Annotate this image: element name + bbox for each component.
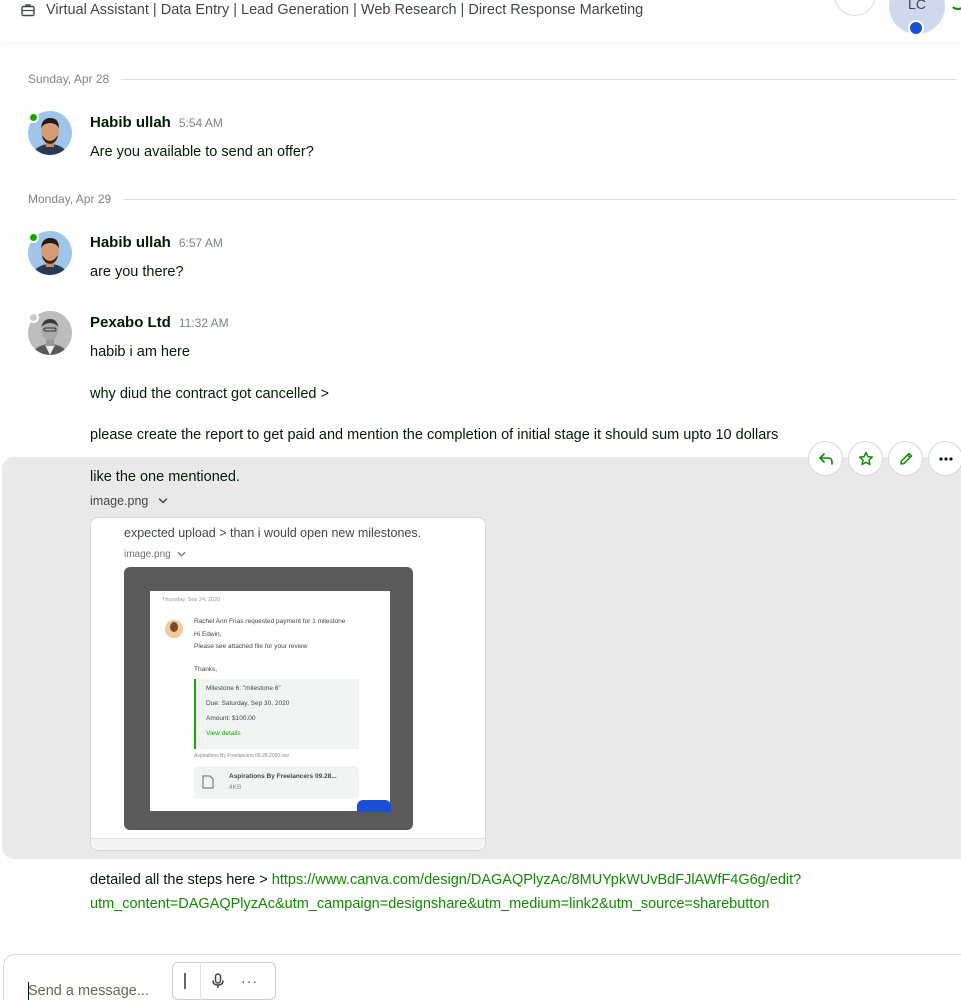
author-name[interactable]: Habib ullah [90, 114, 171, 131]
inner-note: Please see attached file for your review [194, 643, 308, 650]
chevron-down-icon [159, 498, 168, 504]
message-text: Are you available to send an offer? [90, 144, 314, 160]
preview-filename: image.png [124, 549, 171, 560]
header-action-button[interactable] [834, 0, 876, 16]
inner-milestone: Milestone 6: "milestone 6" [206, 685, 281, 692]
star-icon [858, 451, 873, 465]
author-name[interactable]: Pexabo Ltd [90, 314, 171, 331]
contract-title[interactable]: Virtual Assistant | Data Entry | Lead Ge… [20, 2, 643, 18]
author-name[interactable]: Habib ullah [90, 234, 171, 251]
user-avatar-initials: LC [908, 0, 926, 12]
message-text: habib i am here [90, 344, 190, 360]
preview-footer [91, 838, 485, 850]
message-header: Habib ullah 5:54 AM [90, 114, 223, 131]
file-icon [202, 775, 214, 789]
contract-title-text: Virtual Assistant | Data Entry | Lead Ge… [46, 2, 644, 18]
message-link-continuation: utm_content=DAGAQPlyzAc&utm_campaign=des… [90, 896, 769, 912]
chevron-down-icon [177, 552, 186, 557]
message-text: like the one mentioned. [90, 469, 240, 485]
composer-placeholder: Send a message... [28, 983, 149, 999]
more-button[interactable] [928, 441, 961, 476]
message-actions [808, 441, 961, 476]
star-button[interactable] [848, 441, 883, 476]
inner-file-size: 4KB [229, 784, 242, 791]
more-options-icon[interactable]: ··· [241, 973, 258, 989]
inner-milestone-box: Milestone 6: "milestone 6" Due: Saturday… [194, 679, 359, 749]
composer-tools: ··· [172, 962, 276, 1000]
microphone-icon[interactable] [209, 972, 227, 990]
message-text: detailed all the steps here > https://ww… [90, 872, 801, 888]
image-attachment-preview[interactable]: expected upload > than i would open new … [90, 517, 486, 851]
online-indicator [28, 232, 39, 243]
inner-due: Due: Saturday, Sep 30, 2020 [206, 700, 290, 707]
message-text: are you there? [90, 264, 184, 280]
preview-filename-label: image.png [124, 549, 186, 560]
attachment-label[interactable]: image.png [90, 494, 168, 508]
formatting-cursor-icon[interactable] [184, 973, 186, 989]
day-separator: Sunday, Apr 28 [28, 72, 957, 86]
day-separator-label: Monday, Apr 29 [28, 192, 112, 206]
text-caret [28, 982, 29, 1000]
message-text: please create the report to get paid and… [90, 427, 779, 443]
briefcase-icon [21, 4, 35, 17]
notification-dot [908, 20, 924, 36]
message-header: Habib ullah 6:57 AM [90, 234, 223, 251]
message-time: 5:54 AM [178, 116, 223, 130]
message-prefix: detailed all the steps here > [90, 872, 272, 888]
canva-link[interactable]: https://www.canva.com/design/DAGAQPlyzAc… [272, 872, 801, 888]
room-header: Virtual Assistant | Data Entry | Lead Ge… [0, 0, 961, 42]
inner-file-card: Aspirations By Freelancers 09.28... 4KB [194, 766, 359, 799]
status-ring-icon [950, 0, 961, 10]
day-separator-label: Sunday, Apr 28 [28, 72, 110, 86]
more-icon [938, 456, 953, 461]
message-composer[interactable]: Send a message... [3, 954, 961, 1000]
inner-avatar-icon [165, 620, 183, 638]
message-header: Pexabo Ltd 11:32 AM [90, 314, 229, 331]
message-time: 6:57 AM [178, 236, 223, 250]
attachment-filename: image.png [90, 494, 149, 508]
embedded-screenshot: Thursday, Sep 24, 2020 Rachel Ann Frias … [124, 567, 413, 830]
embedded-screenshot-content: Thursday, Sep 24, 2020 Rachel Ann Frias … [150, 591, 391, 812]
inner-blue-badge [357, 800, 391, 812]
inner-view-details: View details [206, 730, 241, 737]
canva-link-continued[interactable]: utm_content=DAGAQPlyzAc&utm_campaign=des… [90, 896, 769, 912]
divider [121, 78, 957, 80]
inner-file-label: Aspirations By Freelancers 09.28.2020.cs… [194, 753, 290, 759]
reply-icon [818, 452, 833, 465]
preview-caption: expected upload > than i would open new … [124, 526, 422, 540]
inner-amount: Amount: $100.00 [206, 715, 256, 722]
edit-icon [899, 452, 912, 465]
message-time: 11:32 AM [178, 316, 229, 330]
day-separator: Monday, Apr 29 [28, 192, 957, 206]
inner-greeting: Hi Edwin, [194, 631, 222, 638]
inner-file-name: Aspirations By Freelancers 09.28... [229, 773, 337, 780]
divider [123, 198, 957, 200]
reply-button[interactable] [808, 441, 843, 476]
inner-thanks: Thanks, [194, 666, 218, 673]
inner-request-line: Rachel Ann Frias requested payment for 1… [194, 618, 346, 625]
edit-button[interactable] [888, 441, 923, 476]
message-text: why diud the contract got cancelled > [90, 386, 329, 402]
offline-indicator [28, 312, 39, 323]
inner-date: Thursday, Sep 24, 2020 [162, 597, 221, 603]
divider [200, 962, 201, 1000]
online-indicator [28, 112, 39, 123]
